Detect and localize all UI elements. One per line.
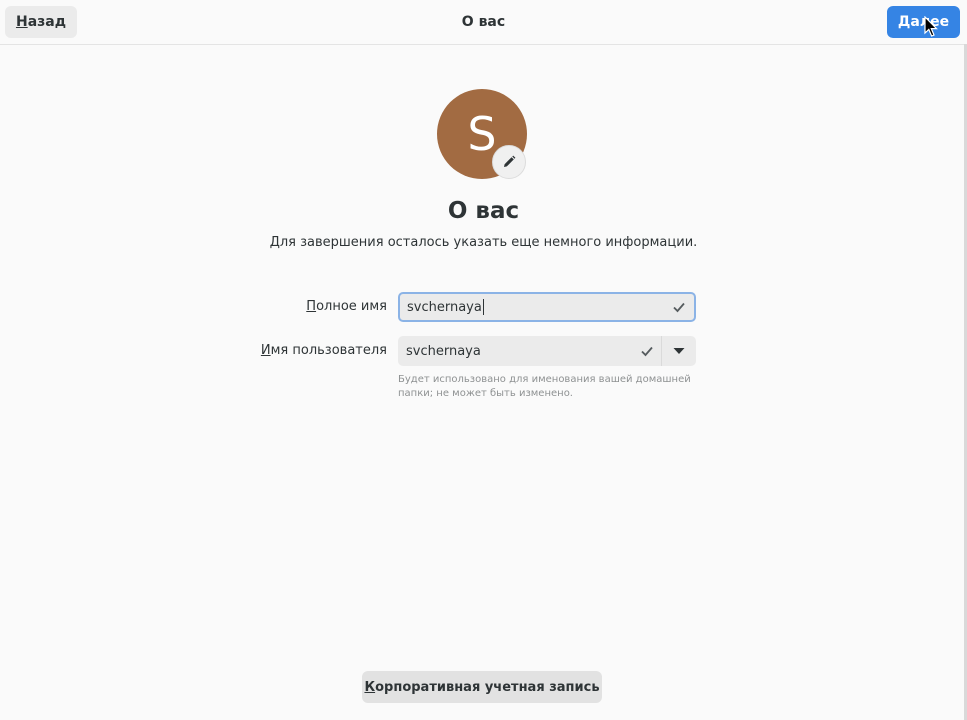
fullname-input[interactable]: svchernaya [398,292,696,322]
fullname-label-text: олное имя [316,299,387,314]
next-button[interactable]: Далее [887,6,960,38]
back-label: азад [27,14,67,30]
page-subtitle: Для завершения осталось указать еще немн… [269,235,698,250]
fullname-label: Полное имя [306,299,387,314]
page-title: О вас [447,198,520,224]
fullname-label-accel: П [306,299,317,314]
username-label-text: мя пользователя [270,343,387,358]
check-icon [673,302,685,313]
username-dropdown-button[interactable] [662,336,696,366]
next-label: алее [910,14,950,30]
enterprise-label-accel: К [364,679,376,695]
username-input[interactable]: svchernaya [398,336,661,366]
back-button[interactable]: Назад [5,6,77,38]
enterprise-login-button[interactable]: Корпоративная учетная запись [362,671,602,703]
setup-window: Назад О вас Далее S О вас Для завершения… [0,0,967,720]
header-bar: Назад О вас Далее [0,0,967,45]
username-label: Имя пользователя [261,343,387,358]
username-hint: Будет использовано для именования вашей … [398,374,691,399]
next-label-accel: Д [897,14,911,30]
dropdown-arrow-icon [673,348,685,354]
back-label-accel: Н [15,14,28,30]
avatar-letter: S [467,107,497,161]
pencil-icon [504,155,516,167]
check-icon [641,346,653,357]
text-cursor [482,299,484,315]
username-label-accel: И [260,343,271,358]
avatar-edit-button[interactable] [492,145,526,179]
window-title: О вас [461,14,506,30]
enterprise-label: орпоративная учетная запись [375,679,600,695]
fullname-value: svchernaya [407,299,482,315]
username-value: svchernaya [406,343,481,359]
